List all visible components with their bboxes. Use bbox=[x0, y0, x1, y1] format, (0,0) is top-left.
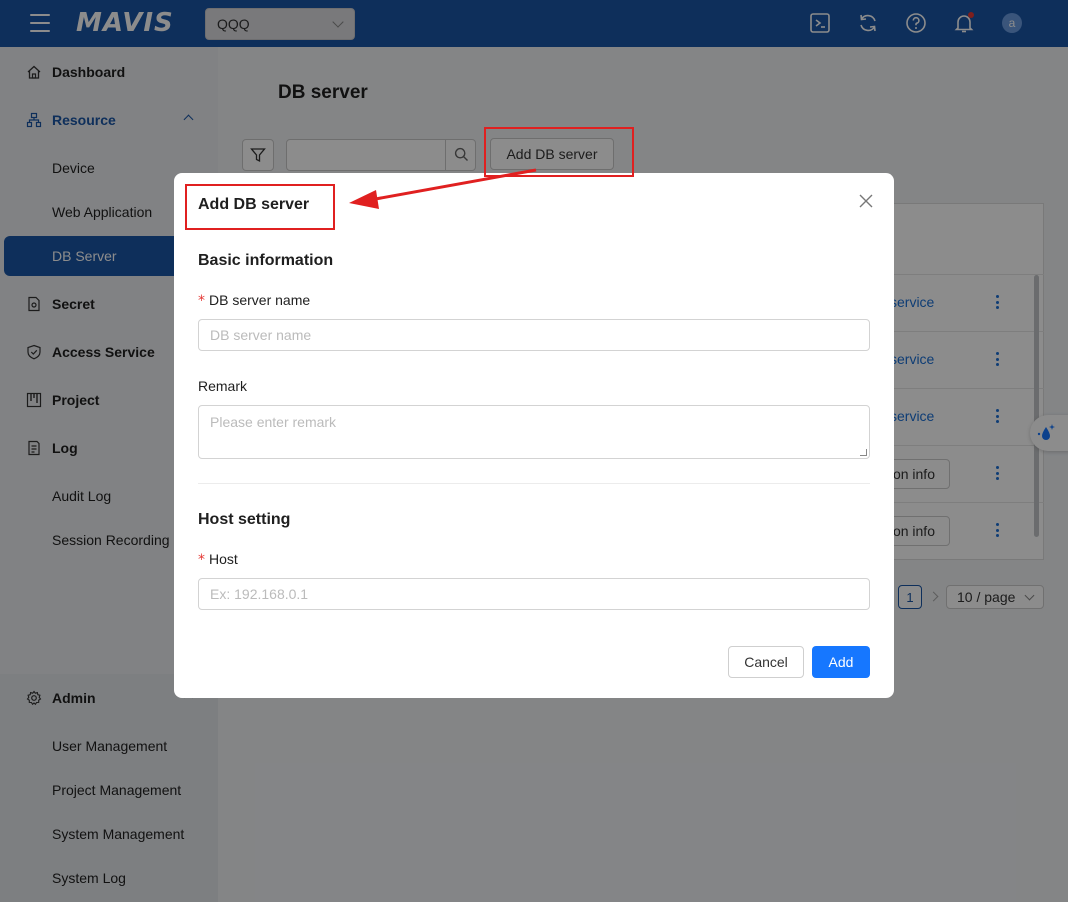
field-label-host-text: Host bbox=[209, 551, 238, 567]
field-label-name-text: DB server name bbox=[209, 292, 311, 308]
host-field[interactable]: Ex: 192.168.0.1 bbox=[198, 578, 870, 610]
remark-field[interactable]: Please enter remark bbox=[198, 405, 870, 459]
host-placeholder: Ex: 192.168.0.1 bbox=[210, 586, 309, 602]
field-label-remark: Remark bbox=[198, 378, 248, 394]
annotation-box-dialog-title bbox=[185, 184, 335, 230]
db-server-name-placeholder: DB server name bbox=[210, 327, 312, 343]
cancel-button[interactable]: Cancel bbox=[728, 646, 804, 678]
add-button[interactable]: Add bbox=[812, 646, 870, 678]
add-db-server-dialog: Add DB server Basic information * DB serv… bbox=[174, 173, 894, 698]
db-server-name-field[interactable]: DB server name bbox=[198, 319, 870, 351]
section-title-host: Host setting bbox=[198, 511, 291, 528]
remark-placeholder: Please enter remark bbox=[210, 414, 337, 430]
divider bbox=[198, 483, 870, 484]
required-mark: * bbox=[198, 293, 205, 309]
section-title-basic: Basic information bbox=[198, 252, 334, 269]
field-label-host: * Host bbox=[198, 551, 238, 568]
annotation-box-add-button bbox=[484, 127, 634, 177]
resize-handle[interactable] bbox=[860, 449, 867, 456]
field-label-name: * DB server name bbox=[198, 292, 310, 309]
required-mark: * bbox=[198, 552, 205, 568]
close-icon[interactable] bbox=[858, 193, 874, 209]
